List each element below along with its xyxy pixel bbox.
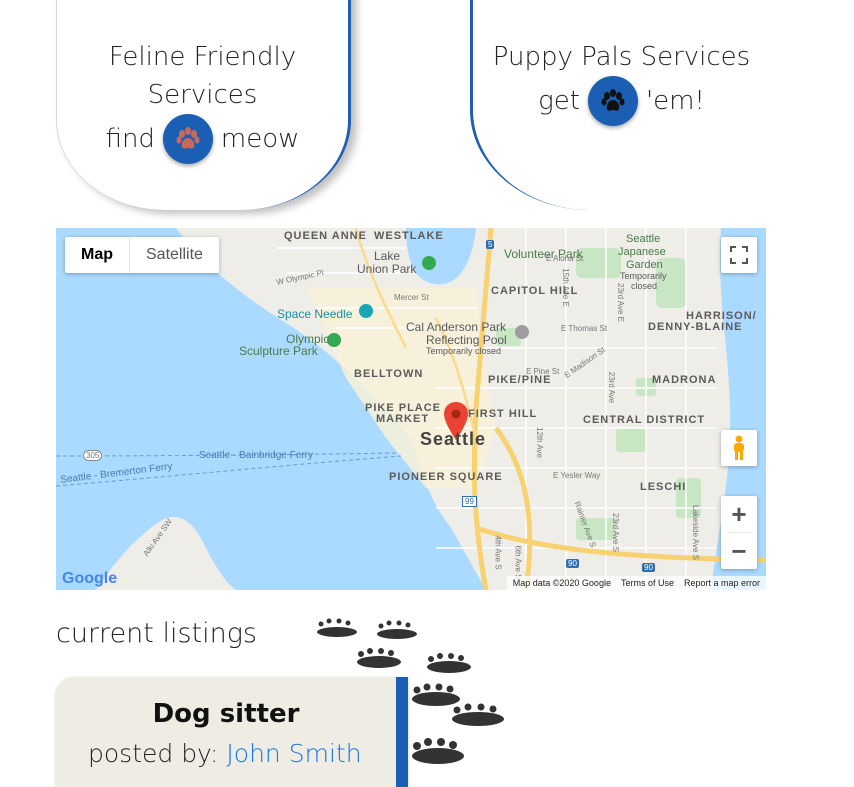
- label-belltown: BELLTOWN: [354, 368, 424, 380]
- label-first-hill: FIRST HILL: [468, 408, 538, 420]
- feline-title-line1: Feline Friendly: [108, 42, 297, 72]
- feline-action-suffix: meow: [220, 124, 300, 154]
- map-type-map-button[interactable]: Map: [65, 237, 129, 273]
- puppy-services-card: Puppy Pals Services get 'em!: [470, 0, 770, 210]
- feline-card-text: Feline Friendly Services find meow: [57, 38, 348, 164]
- puppy-card-text: Puppy Pals Services get 'em!: [473, 38, 770, 126]
- label-route-305: 305: [83, 450, 103, 461]
- map-type-control: Map Satellite: [65, 237, 219, 273]
- current-listings-heading: current listings: [56, 618, 257, 649]
- puppy-title-line1: Puppy Pals Services: [492, 42, 751, 72]
- feline-action-line: find meow: [57, 114, 348, 164]
- puppy-action-line: get 'em!: [473, 76, 770, 126]
- seattle-map[interactable]: QUEEN ANNE WESTLAKE Lake Union Park Volu…: [56, 228, 766, 590]
- label-lakeside: Lakeside Ave S: [691, 504, 701, 561]
- pegman-icon: [734, 435, 744, 460]
- label-e-pine: E Pine St: [526, 367, 560, 376]
- label-garden-1: Seattle: [626, 233, 661, 245]
- label-e-yesler: E Yesler Way: [553, 471, 601, 480]
- label-23rd-2: 23rd Ave: [607, 371, 617, 404]
- get-dog-paw-button[interactable]: [587, 76, 638, 126]
- fullscreen-icon: [730, 246, 748, 264]
- label-route-90b: 90: [642, 563, 655, 572]
- label-lake-union-2: Union Park: [357, 262, 417, 276]
- zoom-control: + −: [721, 496, 757, 569]
- label-route-90a: 90: [566, 559, 579, 568]
- listing-title: Dog sitter: [152, 699, 300, 729]
- label-space-needle: Space Needle: [277, 307, 353, 321]
- label-23rd-3: 23rd Ave S: [611, 513, 620, 552]
- street-view-pegman-button[interactable]: [721, 430, 757, 466]
- listing-card[interactable]: Dog sitter posted by: John Smith: [56, 677, 408, 787]
- label-pioneer-square: PIONEER SQUARE: [389, 471, 503, 483]
- label-12th: 12th Ave: [535, 427, 544, 458]
- label-harrison-2: DENNY-BLAINE: [648, 321, 743, 333]
- fullscreen-button[interactable]: [721, 237, 757, 273]
- label-garden-3: Garden: [626, 259, 663, 271]
- label-madrona: MADRONA: [652, 374, 717, 386]
- label-cal-anderson-3: Temporarily closed: [426, 346, 502, 356]
- label-seattle: Seattle: [420, 429, 487, 449]
- author-link[interactable]: John Smith: [226, 739, 361, 768]
- label-cal-anderson-2: Reflecting Pool: [426, 333, 507, 347]
- google-logo[interactable]: Google: [62, 570, 117, 588]
- puppy-action-suffix: 'em!: [645, 86, 705, 116]
- feline-action-prefix: find: [105, 124, 155, 154]
- label-queen-anne: QUEEN ANNE: [284, 230, 367, 242]
- feline-title-line2: Services: [147, 80, 258, 110]
- label-e-aloha: E Aloha St: [546, 254, 584, 263]
- label-pike-place-2: MARKET: [376, 413, 430, 425]
- label-leschi: LESCHI: [640, 481, 687, 493]
- map-attribution-bar: Map data ©2020 Google Terms of Use Repor…: [506, 576, 766, 590]
- label-route-99: 99: [462, 496, 477, 507]
- listing-posted-by: posted by: John Smith: [88, 739, 362, 768]
- label-route-5: 5: [486, 240, 495, 249]
- label-15th: 15th Ave E: [560, 268, 570, 307]
- feline-services-card: Feline Friendly Services find meow: [56, 0, 351, 210]
- google-logo-text: Google: [62, 570, 118, 587]
- zoom-in-button[interactable]: +: [721, 496, 757, 532]
- map-type-satellite-button[interactable]: Satellite: [129, 237, 219, 273]
- label-garden-4: Temporarily: [620, 271, 667, 281]
- paw-icon: [176, 127, 200, 149]
- label-garden-5: closed: [631, 281, 658, 291]
- label-lake-union-1: Lake: [374, 249, 401, 263]
- map-data-text: Map data ©2020 Google: [512, 578, 611, 588]
- label-mercer: Mercer St: [394, 293, 429, 302]
- label-olympic-2: Sculpture Park: [239, 344, 318, 358]
- label-23rd-1: 23rd Ave E: [616, 283, 625, 322]
- label-garden-2: Japanese: [618, 246, 666, 258]
- label-westlake: WESTLAKE: [374, 230, 444, 242]
- terms-of-use-link[interactable]: Terms of Use: [621, 578, 674, 588]
- label-ferry-bainbridge: Seattle - Bainbridge Ferry: [199, 450, 313, 461]
- puppy-action-prefix: get: [538, 86, 580, 116]
- label-6th: 6th Ave S: [513, 545, 523, 580]
- report-map-error-link[interactable]: Report a map error: [684, 578, 760, 588]
- label-4th: 4th Ave S: [493, 535, 503, 570]
- posted-by-label: posted by:: [88, 739, 219, 768]
- zoom-out-button[interactable]: −: [721, 533, 757, 569]
- label-central-district: CENTRAL DISTRICT: [583, 414, 706, 426]
- paw-icon: [601, 89, 625, 111]
- find-cat-paw-button[interactable]: [162, 114, 213, 164]
- label-cal-anderson-1: Cal Anderson Park: [406, 320, 507, 334]
- label-e-thomas: E Thomas St: [561, 324, 608, 333]
